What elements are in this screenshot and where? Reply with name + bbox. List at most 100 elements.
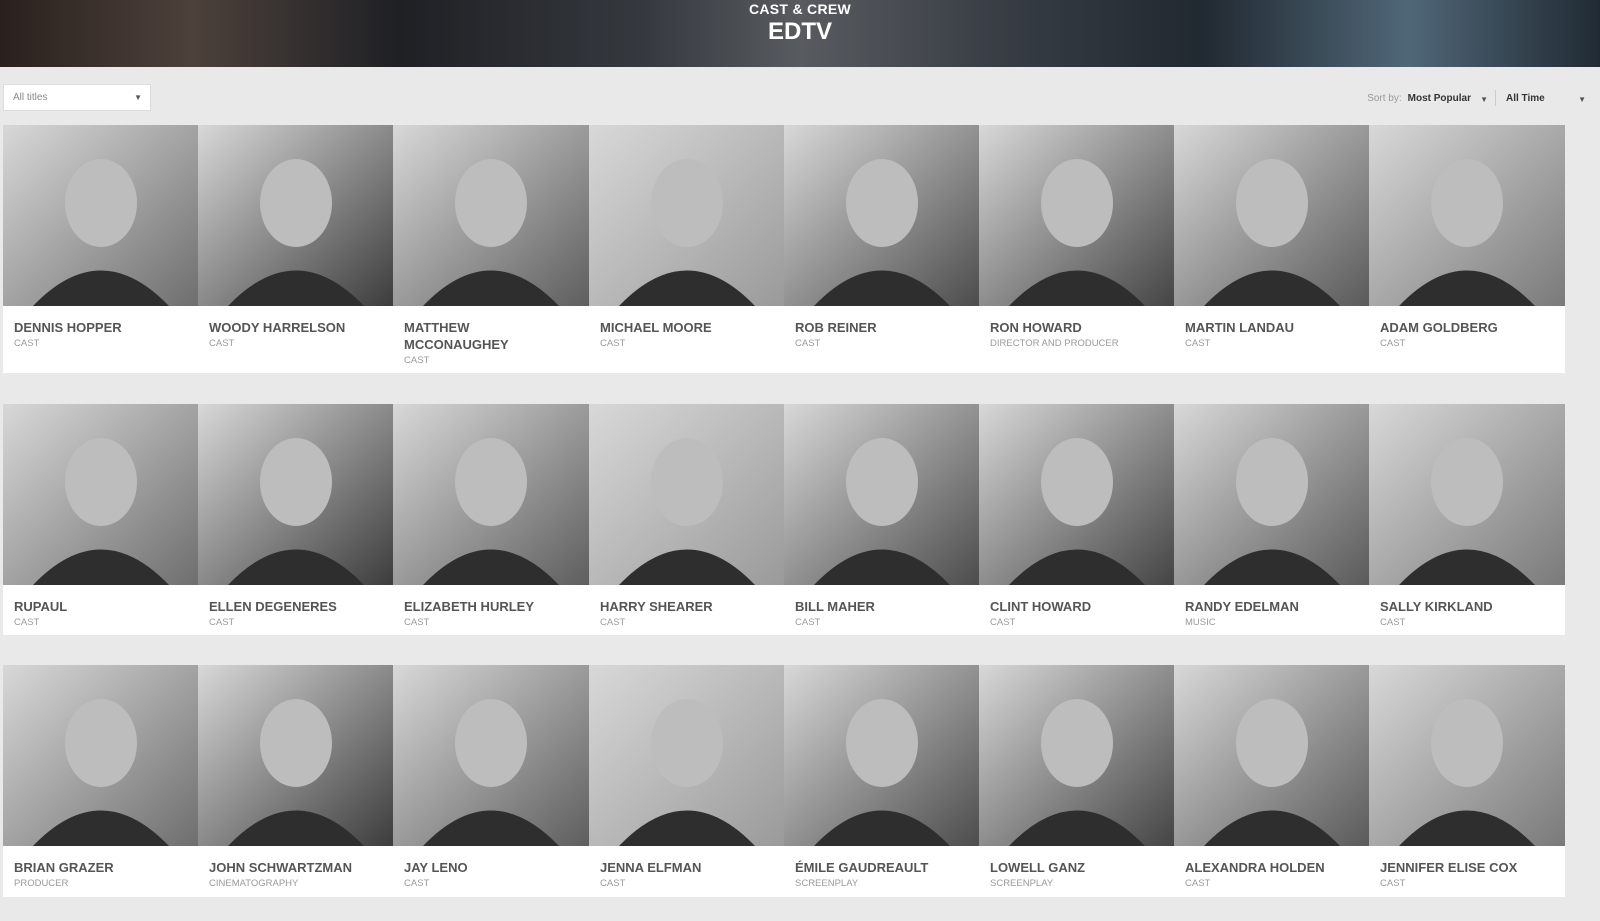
person-name[interactable]: ALEXANDRA HOLDEN <box>1174 846 1370 876</box>
person-card[interactable]: LOWELL GANZ SCREENPLAY <box>979 665 1175 897</box>
person-card[interactable]: SALLY KIRKLAND CAST <box>1369 404 1565 635</box>
person-card[interactable]: DENNIS HOPPER CAST <box>3 125 199 373</box>
person-card[interactable]: BRIAN GRAZER PRODUCER <box>3 665 199 897</box>
person-photo <box>589 404 785 585</box>
person-photo <box>784 125 980 306</box>
person-card[interactable]: JAY LENO CAST <box>393 665 589 897</box>
time-range-value: All Time <box>1506 92 1545 104</box>
person-name[interactable]: DENNIS HOPPER <box>3 306 199 336</box>
sort-label: Sort by: <box>1367 92 1402 104</box>
person-card[interactable]: MATTHEW MCCONAUGHEY CAST <box>393 125 589 373</box>
person-name[interactable]: LOWELL GANZ <box>979 846 1175 876</box>
person-card[interactable]: BILL MAHER CAST <box>784 404 980 635</box>
person-photo <box>198 404 394 585</box>
person-role: SCREENPLAY <box>990 878 1054 889</box>
person-card[interactable]: HARRY SHEARER CAST <box>589 404 785 635</box>
person-photo <box>979 404 1175 585</box>
person-name[interactable]: MATTHEW MCCONAUGHEY <box>393 306 589 353</box>
sort-divider <box>1495 90 1496 106</box>
person-name[interactable]: MICHAEL MOORE <box>589 306 785 336</box>
person-name[interactable]: ROB REINER <box>784 306 980 336</box>
person-name[interactable]: JENNA ELFMAN <box>589 846 785 876</box>
chevron-down-icon: ▼ <box>134 93 142 102</box>
person-role: CAST <box>209 338 235 349</box>
person-role: CAST <box>209 617 235 628</box>
person-photo <box>1369 665 1565 846</box>
person-photo <box>784 404 980 585</box>
person-name[interactable]: RON HOWARD <box>979 306 1175 336</box>
person-card[interactable]: RON HOWARD DIRECTOR AND PRODUCER <box>979 125 1175 373</box>
person-role: PRODUCER <box>14 878 69 889</box>
person-card[interactable]: ELLEN DEGENERES CAST <box>198 404 394 635</box>
person-role: CAST <box>1380 617 1406 628</box>
person-name[interactable]: HARRY SHEARER <box>589 585 785 615</box>
person-name[interactable]: MARTIN LANDAU <box>1174 306 1370 336</box>
person-photo <box>1369 125 1565 306</box>
person-name[interactable]: JENNIFER ELISE COX <box>1369 846 1565 876</box>
person-role: CAST <box>404 355 430 366</box>
person-role: CAST <box>404 878 430 889</box>
person-name[interactable]: RUPAUL <box>3 585 199 615</box>
person-role: CAST <box>14 617 40 628</box>
person-photo <box>393 665 589 846</box>
person-name[interactable]: BRIAN GRAZER <box>3 846 199 876</box>
person-card[interactable]: ÉMILE GAUDREAULT SCREENPLAY <box>784 665 980 897</box>
person-photo <box>393 125 589 306</box>
sort-value: Most Popular <box>1407 92 1471 104</box>
person-role: CAST <box>795 617 821 628</box>
person-role: CAST <box>1185 878 1211 889</box>
person-photo <box>3 665 199 846</box>
person-name[interactable]: ELLEN DEGENERES <box>198 585 394 615</box>
person-photo <box>589 125 785 306</box>
person-card[interactable]: WOODY HARRELSON CAST <box>198 125 394 373</box>
person-card[interactable]: JOHN SCHWARTZMAN CINEMATOGRAPHY <box>198 665 394 897</box>
person-photo <box>3 125 199 306</box>
sort-select[interactable]: Most Popular ▼ <box>1408 93 1491 104</box>
page-title: EDTV <box>767 18 832 45</box>
person-card[interactable]: ELIZABETH HURLEY CAST <box>393 404 589 635</box>
person-name[interactable]: WOODY HARRELSON <box>198 306 394 336</box>
header-banner: CAST & CREW EDTV <box>0 0 1600 67</box>
time-range-select[interactable]: All Time ▼ <box>1506 93 1586 104</box>
title-filter-select[interactable]: All titles ▼ <box>3 84 151 111</box>
person-photo <box>589 665 785 846</box>
person-card[interactable]: MICHAEL MOORE CAST <box>589 125 785 373</box>
person-card[interactable]: ALEXANDRA HOLDEN CAST <box>1174 665 1370 897</box>
person-photo <box>393 404 589 585</box>
person-role: CINEMATOGRAPHY <box>209 878 299 889</box>
person-name[interactable]: ADAM GOLDBERG <box>1369 306 1565 336</box>
person-card[interactable]: RANDY EDELMAN MUSIC <box>1174 404 1370 635</box>
person-role: CAST <box>14 338 40 349</box>
person-card[interactable]: ROB REINER CAST <box>784 125 980 373</box>
person-name[interactable]: BILL MAHER <box>784 585 980 615</box>
person-photo <box>1174 665 1370 846</box>
person-photo <box>1369 404 1565 585</box>
person-card[interactable]: JENNIFER ELISE COX CAST <box>1369 665 1565 897</box>
person-name[interactable]: ELIZABETH HURLEY <box>393 585 589 615</box>
title-filter-value: All titles <box>13 92 48 103</box>
person-card[interactable]: MARTIN LANDAU CAST <box>1174 125 1370 373</box>
person-card[interactable]: JENNA ELFMAN CAST <box>589 665 785 897</box>
person-name[interactable]: CLINT HOWARD <box>979 585 1175 615</box>
person-role: MUSIC <box>1185 617 1216 628</box>
person-card[interactable]: ADAM GOLDBERG CAST <box>1369 125 1565 373</box>
person-name[interactable]: JAY LENO <box>393 846 589 876</box>
chevron-down-icon: ▼ <box>1480 94 1488 104</box>
person-role: CAST <box>1380 338 1406 349</box>
person-role: CAST <box>1380 878 1406 889</box>
person-role: DIRECTOR AND PRODUCER <box>990 338 1119 349</box>
header-kicker: CAST & CREW <box>748 1 852 17</box>
person-role: CAST <box>600 617 626 628</box>
person-name[interactable]: ÉMILE GAUDREAULT <box>784 846 980 876</box>
person-photo <box>979 665 1175 846</box>
person-name[interactable]: JOHN SCHWARTZMAN <box>198 846 394 876</box>
person-role: CAST <box>404 617 430 628</box>
person-photo <box>979 125 1175 306</box>
person-card[interactable]: RUPAUL CAST <box>3 404 199 635</box>
person-name[interactable]: SALLY KIRKLAND <box>1369 585 1565 615</box>
person-card[interactable]: CLINT HOWARD CAST <box>979 404 1175 635</box>
person-name[interactable]: RANDY EDELMAN <box>1174 585 1370 615</box>
person-role: SCREENPLAY <box>795 878 859 889</box>
person-role: CAST <box>990 617 1016 628</box>
sort-bar: Sort by: Most Popular ▼ All Time ▼ <box>1367 88 1586 108</box>
